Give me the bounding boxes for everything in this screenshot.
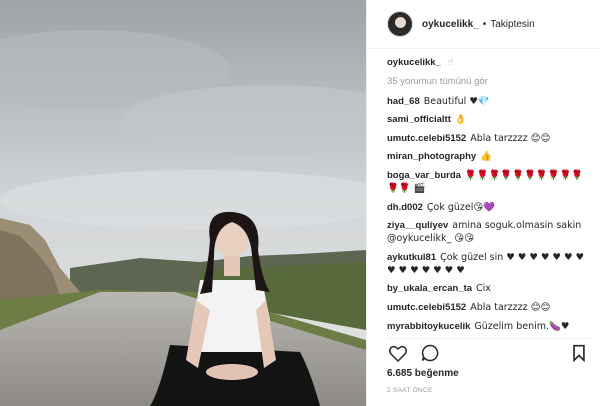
comment-username[interactable]: had_68 (387, 96, 420, 107)
bookmark-icon[interactable] (568, 342, 590, 364)
comment-icon[interactable] (419, 342, 441, 364)
comment: had_68 Beautiful ♥💎 (387, 95, 592, 108)
comment-text: Beautiful ♥💎 (423, 95, 490, 107)
comment-text: Abla tarzzzz 😊😊 (470, 132, 551, 144)
follow-status[interactable]: Takiptesin (490, 19, 534, 30)
comment-text: Abla tarzzzz 😊😊 (470, 301, 551, 313)
comment: by_ukala_ercan_ta Cix (387, 282, 592, 295)
comment-username[interactable]: aykutkul81 (387, 252, 436, 263)
comment: umutc.celebi5152 Abla tarzzzz 😊😊 (387, 132, 592, 145)
heart-icon[interactable] (387, 342, 409, 364)
instagram-post: oykucelikk_ • Takiptesin oykucelikk_ ☝ 3… (0, 0, 600, 406)
comment: myrabbitoykucelik Güzelim benim.🍆♥ (387, 320, 592, 333)
comment-text: Çok güzel😘💜 (426, 201, 496, 213)
post-timestamp: 2 SAAT ÖNCE (387, 387, 433, 394)
comment: umutc.celebi5152 Abla tarzzzz 😊😊 (387, 301, 592, 314)
comments-list: oykucelikk_ ☝ 35 yorumun tümünü gör had_… (387, 56, 592, 338)
header-username[interactable]: oykucelikk_ (422, 19, 479, 30)
comment-username[interactable]: umutc.celebi5152 (387, 302, 466, 313)
comment: dh.d002 Çok güzel😘💜 (387, 201, 592, 214)
comment-username[interactable]: dh.d002 (387, 202, 423, 213)
comment: sami_officialtt 👌 (387, 113, 592, 126)
comment: ziya__quliyev amina soguk.olmasin sakin @… (387, 219, 592, 245)
separator-dot: • (482, 18, 487, 30)
post-header: oykucelikk_ • Takiptesin (367, 0, 600, 49)
avatar[interactable] (387, 11, 413, 37)
comment-text: Cix (476, 283, 491, 295)
comment-username[interactable]: by_ukala_ercan_ta (387, 283, 472, 294)
caption-text: ☝ (447, 57, 454, 68)
comment-text: 👍 (480, 151, 493, 163)
comment-username[interactable]: miran_photography (387, 151, 476, 162)
likes-count[interactable]: 6.685 beğenme (387, 368, 459, 379)
comment: miran_photography 👍 (387, 150, 592, 163)
caption-username[interactable]: oykucelikk_ (387, 57, 441, 68)
comment: aykutkul81 Çok güzel sin ♥ ♥ ♥ ♥ ♥ ♥ ♥ ♥ … (387, 251, 592, 277)
comment: boga_var_burda 🌹🌹🌹🌹🌹🌹🌹🌹🌹🌹🌹🌹 🎬 (387, 169, 592, 195)
comment-username[interactable]: boga_var_burda (387, 170, 461, 181)
comment-username[interactable]: ziya__quliyev (387, 220, 448, 231)
caption: oykucelikk_ ☝ (387, 56, 592, 69)
comment-text: 👌 (454, 114, 467, 126)
comment-username[interactable]: sami_officialtt (387, 114, 451, 125)
comment-username[interactable]: myrabbitoykucelik (387, 321, 470, 332)
post-sidebar: oykucelikk_ • Takiptesin oykucelikk_ ☝ 3… (366, 0, 600, 406)
view-all-comments-link[interactable]: 35 yorumun tümünü gör (387, 75, 592, 88)
action-bar (387, 338, 590, 367)
post-photo[interactable] (0, 0, 366, 406)
comment-username[interactable]: umutc.celebi5152 (387, 133, 466, 144)
comment-text: Güzelim benim.🍆♥ (474, 320, 570, 332)
